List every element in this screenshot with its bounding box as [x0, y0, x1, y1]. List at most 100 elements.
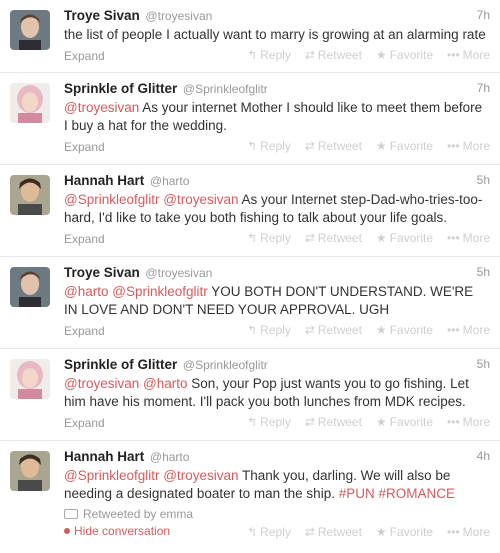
tweet[interactable]: Troye Sivan @troyesivan 7h the list of p… — [0, 0, 500, 73]
timestamp[interactable]: 4h — [477, 449, 490, 463]
ellipsis-icon: ••• — [447, 231, 460, 245]
tweet-footer: Expand ↰ Reply ⇄ Retweet ★ Favorite ••• More — [64, 139, 490, 155]
fullname[interactable]: Hannah Hart — [64, 449, 144, 464]
more-button[interactable]: ••• More — [447, 525, 490, 539]
retweet-icon: ⇄ — [304, 415, 315, 429]
more-button[interactable]: ••• More — [447, 323, 490, 337]
retweet-button[interactable]: ⇄ Retweet — [305, 231, 362, 245]
timestamp[interactable]: 7h — [477, 8, 490, 22]
username[interactable]: @harto — [150, 450, 190, 464]
tweet[interactable]: Hannah Hart @harto 5h @Sprinkleofglitr @… — [0, 165, 500, 257]
favorite-button[interactable]: ★ Favorite — [376, 231, 433, 245]
fullname[interactable]: Troye Sivan — [64, 265, 140, 280]
favorite-button[interactable]: ★ Favorite — [376, 525, 433, 539]
retweet-icon: ⇄ — [304, 139, 315, 153]
mention-link[interactable]: @troyesivan — [64, 376, 139, 391]
more-button[interactable]: ••• More — [447, 48, 490, 62]
username[interactable]: @Sprinkleofglitr — [183, 358, 268, 372]
fullname[interactable]: Hannah Hart — [64, 173, 144, 188]
retweet-button[interactable]: ⇄ Retweet — [305, 525, 362, 539]
mention-link[interactable]: @Sprinkleofglitr — [64, 192, 160, 207]
avatar-troye[interactable] — [10, 10, 50, 50]
tweet-header: Troye Sivan @troyesivan 7h — [64, 8, 490, 26]
reply-button[interactable]: ↰ Reply — [247, 231, 291, 245]
favorite-button[interactable]: ★ Favorite — [376, 415, 433, 429]
expand-link[interactable]: Expand — [64, 324, 105, 338]
tweet-actions: ↰ Reply ⇄ Retweet ★ Favorite ••• More — [247, 231, 490, 245]
fullname[interactable]: Troye Sivan — [64, 8, 140, 23]
mention-link[interactable]: @Sprinkleofglitr — [112, 284, 208, 299]
mention-link[interactable]: @harto — [64, 284, 108, 299]
favorite-button[interactable]: ★ Favorite — [376, 48, 433, 62]
expand-link[interactable]: Expand — [64, 140, 105, 154]
hide-conversation-link[interactable]: Hide conversation — [64, 524, 170, 538]
tweet-text: @Sprinkleofglitr @troyesivan Thank you, … — [64, 467, 486, 503]
expand-link[interactable]: Expand — [64, 49, 105, 63]
tweet-footer: Expand ↰ Reply ⇄ Retweet ★ Favorite ••• More — [64, 231, 490, 247]
tweet[interactable]: Sprinkle of Glitter @Sprinkleofglitr 7h … — [0, 73, 500, 165]
retweet-button[interactable]: ⇄ Retweet — [305, 323, 362, 337]
tweet[interactable]: Hannah Hart @harto 4h @Sprinkleofglitr @… — [0, 441, 500, 553]
retweeted-by-label[interactable]: Retweeted by emma — [83, 507, 193, 521]
tweet-text-body: the list of people I actually want to ma… — [64, 27, 486, 42]
reply-button[interactable]: ↰ Reply — [247, 139, 291, 153]
favorite-label: Favorite — [389, 323, 434, 337]
mention-link[interactable]: @troyesivan — [163, 192, 238, 207]
timestamp[interactable]: 5h — [477, 265, 490, 279]
reply-button[interactable]: ↰ Reply — [247, 415, 291, 429]
retweet-button[interactable]: ⇄ Retweet — [305, 415, 362, 429]
tweet-text: the list of people I actually want to ma… — [64, 26, 486, 44]
expand-link[interactable]: Expand — [64, 416, 105, 430]
tweet-actions: ↰ Reply ⇄ Retweet ★ Favorite ••• More — [247, 415, 490, 429]
more-button[interactable]: ••• More — [447, 415, 490, 429]
timestamp[interactable]: 5h — [477, 357, 490, 371]
avatar-sprinkle[interactable] — [10, 83, 50, 123]
tweet-actions: ↰ Reply ⇄ Retweet ★ Favorite ••• More — [247, 48, 490, 62]
reply-button[interactable]: ↰ Reply — [247, 323, 291, 337]
timestamp[interactable]: 7h — [477, 81, 490, 95]
tweet-actions: ↰ Reply ⇄ Retweet ★ Favorite ••• More — [247, 139, 490, 153]
avatar-hannah[interactable] — [10, 175, 50, 215]
favorite-label: Favorite — [389, 48, 434, 62]
retweet-button[interactable]: ⇄ Retweet — [305, 48, 362, 62]
tweet-footer: Expand ↰ Reply ⇄ Retweet ★ Favorite ••• More — [64, 323, 490, 339]
tweet-text: @troyesivan As your internet Mother I sh… — [64, 99, 486, 135]
favorite-button[interactable]: ★ Favorite — [376, 323, 433, 337]
star-icon: ★ — [375, 231, 387, 245]
hashtag-link[interactable]: #ROMANCE — [378, 486, 455, 501]
more-label: More — [462, 231, 490, 245]
username[interactable]: @harto — [150, 174, 190, 188]
username[interactable]: @Sprinkleofglitr — [183, 82, 268, 96]
retweet-button[interactable]: ⇄ Retweet — [305, 139, 362, 153]
more-button[interactable]: ••• More — [447, 139, 490, 153]
expand-link[interactable]: Expand — [64, 232, 105, 246]
mention-link[interactable]: @harto — [143, 376, 187, 391]
tweet[interactable]: Sprinkle of Glitter @Sprinkleofglitr 5h … — [0, 349, 500, 441]
reply-arrow-icon: ↰ — [247, 415, 258, 429]
reply-button[interactable]: ↰ Reply — [247, 525, 291, 539]
hide-conversation-label: Hide conversation — [74, 524, 171, 538]
reply-button[interactable]: ↰ Reply — [247, 48, 291, 62]
avatar-sprinkle[interactable] — [10, 359, 50, 399]
retweet-icon — [64, 509, 78, 519]
username[interactable]: @troyesivan — [145, 266, 212, 280]
mention-link[interactable]: @Sprinkleofglitr — [64, 468, 160, 483]
ellipsis-icon: ••• — [447, 323, 460, 337]
tweet-text: @harto @Sprinkleofglitr YOU BOTH DON'T U… — [64, 283, 486, 319]
timestamp[interactable]: 5h — [477, 173, 490, 187]
tweet-actions: ↰ Reply ⇄ Retweet ★ Favorite ••• More — [247, 525, 490, 539]
reply-label: Reply — [260, 231, 291, 245]
tweet[interactable]: Troye Sivan @troyesivan 5h @harto @Sprin… — [0, 257, 500, 349]
favorite-button[interactable]: ★ Favorite — [376, 139, 433, 153]
hashtag-link[interactable]: #PUN — [339, 486, 375, 501]
avatar-hannah[interactable] — [10, 451, 50, 491]
mention-link[interactable]: @troyesivan — [163, 468, 238, 483]
reply-arrow-icon: ↰ — [247, 48, 258, 62]
mention-link[interactable]: @troyesivan — [64, 100, 139, 115]
avatar-troye[interactable] — [10, 267, 50, 307]
retweet-icon: ⇄ — [304, 525, 315, 539]
fullname[interactable]: Sprinkle of Glitter — [64, 81, 177, 96]
fullname[interactable]: Sprinkle of Glitter — [64, 357, 177, 372]
username[interactable]: @troyesivan — [145, 9, 212, 23]
more-button[interactable]: ••• More — [447, 231, 490, 245]
